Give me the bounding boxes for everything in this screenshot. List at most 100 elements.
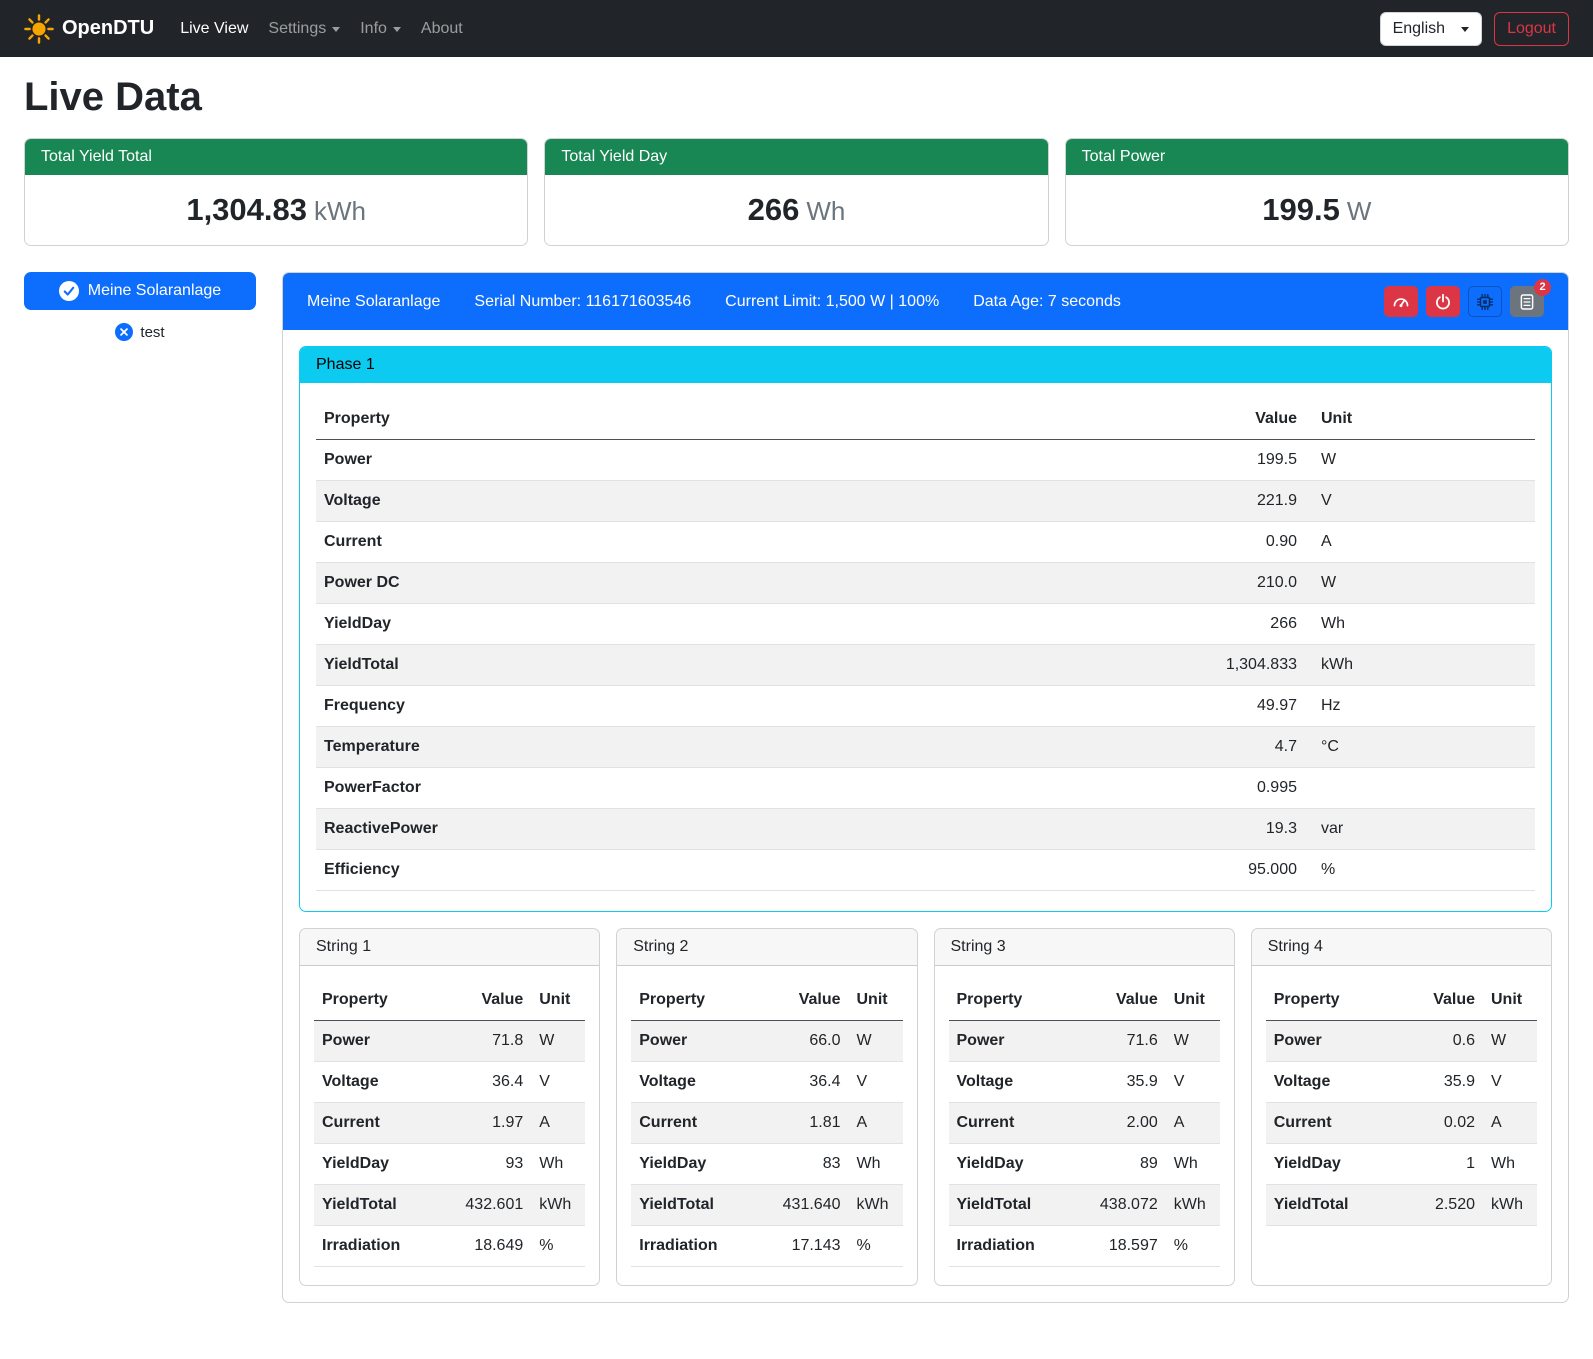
- property-cell: Power: [631, 1021, 753, 1062]
- property-cell: Power: [314, 1021, 436, 1062]
- summary-card-body: 199.5W: [1066, 175, 1568, 245]
- unit-cell: Wh: [1166, 1144, 1220, 1185]
- unit-cell: A: [1483, 1103, 1537, 1144]
- value-cell: 89: [1070, 1144, 1165, 1185]
- value-cell: 0.6: [1398, 1021, 1483, 1062]
- value-cell: 83: [753, 1144, 848, 1185]
- column-header-unit: Unit: [1166, 980, 1220, 1021]
- string-table: Property Value Unit Power: [1266, 980, 1537, 1226]
- nav-item-settings[interactable]: Settings: [258, 12, 350, 46]
- table-row: Current 0.90 A: [316, 522, 1535, 563]
- event-log-button[interactable]: 2: [1510, 286, 1544, 317]
- inverter-panel-header: Meine Solaranlage Serial Number: 1161716…: [283, 273, 1568, 330]
- unit-cell: Hz: [1305, 686, 1535, 727]
- property-cell: YieldTotal: [314, 1185, 436, 1226]
- value-cell: 35.9: [1070, 1062, 1165, 1103]
- unit-cell: var: [1305, 809, 1535, 850]
- table-row: Efficiency 95.000 %: [316, 850, 1535, 891]
- summary-card-body: 266Wh: [545, 175, 1047, 245]
- table-row: Power 0.6 W: [1266, 1021, 1537, 1062]
- value-cell: 199.5: [908, 440, 1305, 481]
- speedometer-icon: [1392, 293, 1410, 311]
- language-select[interactable]: English: [1380, 12, 1482, 46]
- table-row: Current 2.00 A: [949, 1103, 1220, 1144]
- table-row: YieldTotal 432.601 kWh: [314, 1185, 585, 1226]
- cpu-icon: [1476, 293, 1494, 311]
- inverter-select-test[interactable]: test: [109, 322, 170, 342]
- summary-card: Total Yield Total 1,304.83kWh: [24, 138, 528, 246]
- value-cell: 49.97: [908, 686, 1305, 727]
- nav-item-settings-label: Settings: [268, 20, 326, 38]
- table-row: Power 66.0 W: [631, 1021, 902, 1062]
- property-cell: Current: [316, 522, 908, 563]
- unit-cell: W: [1305, 440, 1535, 481]
- table-row: Current 0.02 A: [1266, 1103, 1537, 1144]
- value-cell: 2.00: [1070, 1103, 1165, 1144]
- logout-button[interactable]: Logout: [1494, 12, 1569, 46]
- summary-card-title: Total Power: [1066, 139, 1568, 175]
- column-header-value: Value: [1398, 980, 1483, 1021]
- string-table-body: Power 66.0 W Voltage 36.4 V: [631, 1021, 902, 1267]
- value-cell: 221.9: [908, 481, 1305, 522]
- column-header-property: Property: [631, 980, 753, 1021]
- property-cell: Current: [631, 1103, 753, 1144]
- phase-card: Phase 1 Property Value Unit: [299, 346, 1552, 912]
- summary-card-title: Total Yield Total: [25, 139, 527, 175]
- limit-settings-button[interactable]: [1384, 286, 1418, 317]
- table-row: Frequency 49.97 Hz: [316, 686, 1535, 727]
- property-cell: YieldDay: [631, 1144, 753, 1185]
- table-row: Voltage 35.9 V: [949, 1062, 1220, 1103]
- property-cell: Current: [949, 1103, 1071, 1144]
- column-header-property: Property: [949, 980, 1071, 1021]
- unit-cell: W: [1166, 1021, 1220, 1062]
- value-cell: 36.4: [436, 1062, 531, 1103]
- column-header-value: Value: [753, 980, 848, 1021]
- nav-item-live-view[interactable]: Live View: [170, 12, 258, 46]
- unit-cell: °C: [1305, 727, 1535, 768]
- property-cell: Temperature: [316, 727, 908, 768]
- table-row: Irradiation 18.597 %: [949, 1226, 1220, 1267]
- string-card-title: String 1: [300, 929, 599, 966]
- table-row: Power 71.8 W: [314, 1021, 585, 1062]
- table-row: Irradiation 17.143 %: [631, 1226, 902, 1267]
- property-cell: Power: [1266, 1021, 1399, 1062]
- nav-item-info[interactable]: Info: [350, 12, 411, 46]
- property-cell: Voltage: [314, 1062, 436, 1103]
- unit-cell: A: [1166, 1103, 1220, 1144]
- table-row: YieldDay 89 Wh: [949, 1144, 1220, 1185]
- value-cell: 18.649: [436, 1226, 531, 1267]
- inverter-select-meine-solaranlage[interactable]: Meine Solaranlage: [24, 272, 256, 310]
- string-card-body: Property Value Unit Power: [300, 966, 599, 1285]
- column-header-property: Property: [314, 980, 436, 1021]
- table-header-row: Property Value Unit: [316, 399, 1535, 440]
- value-cell: 19.3: [908, 809, 1305, 850]
- value-cell: 210.0: [908, 563, 1305, 604]
- value-cell: 266: [908, 604, 1305, 645]
- unit-cell: kWh: [1483, 1185, 1537, 1226]
- value-cell: 4.7: [908, 727, 1305, 768]
- device-settings-button[interactable]: [1468, 286, 1502, 317]
- inverter-panel: Meine Solaranlage Serial Number: 1161716…: [282, 272, 1569, 1303]
- table-row: Power DC 210.0 W: [316, 563, 1535, 604]
- string-card-3: String 3 Property Value Unit: [934, 928, 1235, 1286]
- unit-cell: V: [1305, 481, 1535, 522]
- property-cell: Current: [1266, 1103, 1399, 1144]
- brand[interactable]: OpenDTU: [24, 14, 154, 44]
- table-header-row: Property Value Unit: [949, 980, 1220, 1021]
- summary-card-value: 199.5: [1262, 192, 1340, 227]
- value-cell: 93: [436, 1144, 531, 1185]
- summary-card-unit: Wh: [806, 196, 845, 226]
- column-header-value: Value: [908, 399, 1305, 440]
- nav-item-about[interactable]: About: [411, 12, 473, 46]
- property-cell: YieldTotal: [1266, 1185, 1399, 1226]
- inverter-list: Meine Solaranlage test: [24, 272, 256, 342]
- value-cell: 1: [1398, 1144, 1483, 1185]
- unit-cell: V: [1166, 1062, 1220, 1103]
- unit-cell: kWh: [531, 1185, 585, 1226]
- property-cell: Power DC: [316, 563, 908, 604]
- table-row: Irradiation 18.649 %: [314, 1226, 585, 1267]
- power-control-button[interactable]: [1426, 286, 1460, 317]
- value-cell: 18.597: [1070, 1226, 1165, 1267]
- table-row: Temperature 4.7 °C: [316, 727, 1535, 768]
- unit-cell: %: [1166, 1226, 1220, 1267]
